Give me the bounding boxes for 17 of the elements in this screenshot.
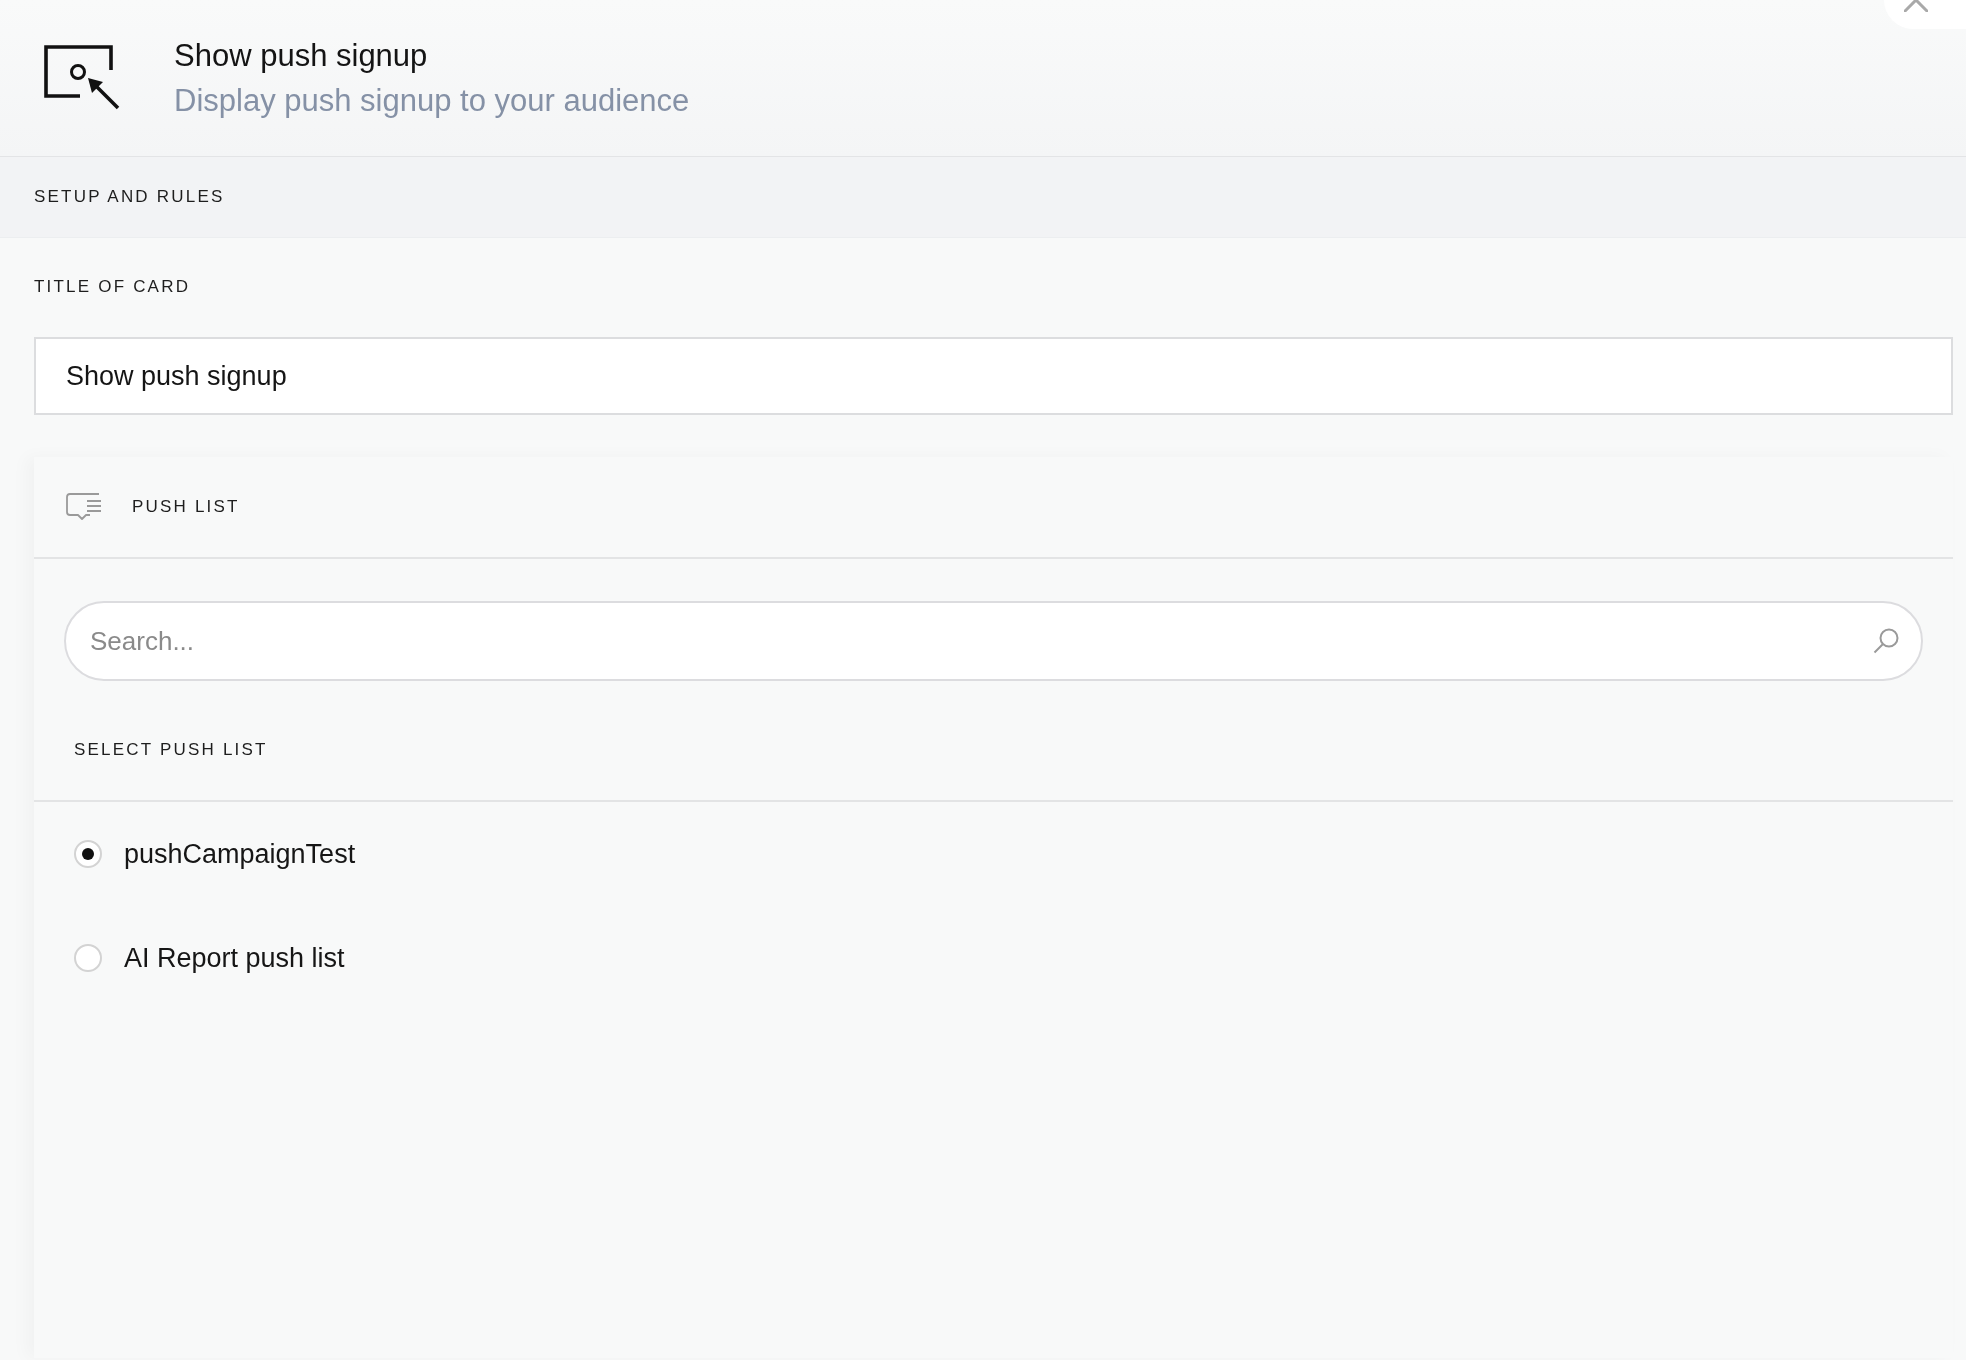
title-input[interactable]: Show push signup [34, 337, 1953, 415]
radio-button[interactable] [74, 944, 102, 972]
chevron-up-icon [1904, 0, 1928, 12]
section-label: SETUP AND RULES [34, 186, 225, 208]
option-label[interactable]: AI Report push list [124, 941, 345, 975]
panel-title: Show push signup [174, 36, 428, 75]
corner-tab-button[interactable] [1884, 0, 1966, 29]
search-icon [1873, 628, 1899, 654]
chat-list-icon [66, 493, 102, 521]
screen-cursor-icon [44, 45, 120, 111]
card-heading: PUSH LIST [132, 496, 240, 518]
radio-button[interactable] [74, 840, 102, 868]
field-label: TITLE OF CARD [34, 276, 191, 298]
panel-subtitle: Display push signup to your audience [174, 81, 690, 120]
list-label: SELECT PUSH LIST [74, 739, 268, 761]
search-field[interactable]: Search... [64, 601, 1923, 681]
option-label[interactable]: pushCampaignTest [124, 837, 356, 871]
